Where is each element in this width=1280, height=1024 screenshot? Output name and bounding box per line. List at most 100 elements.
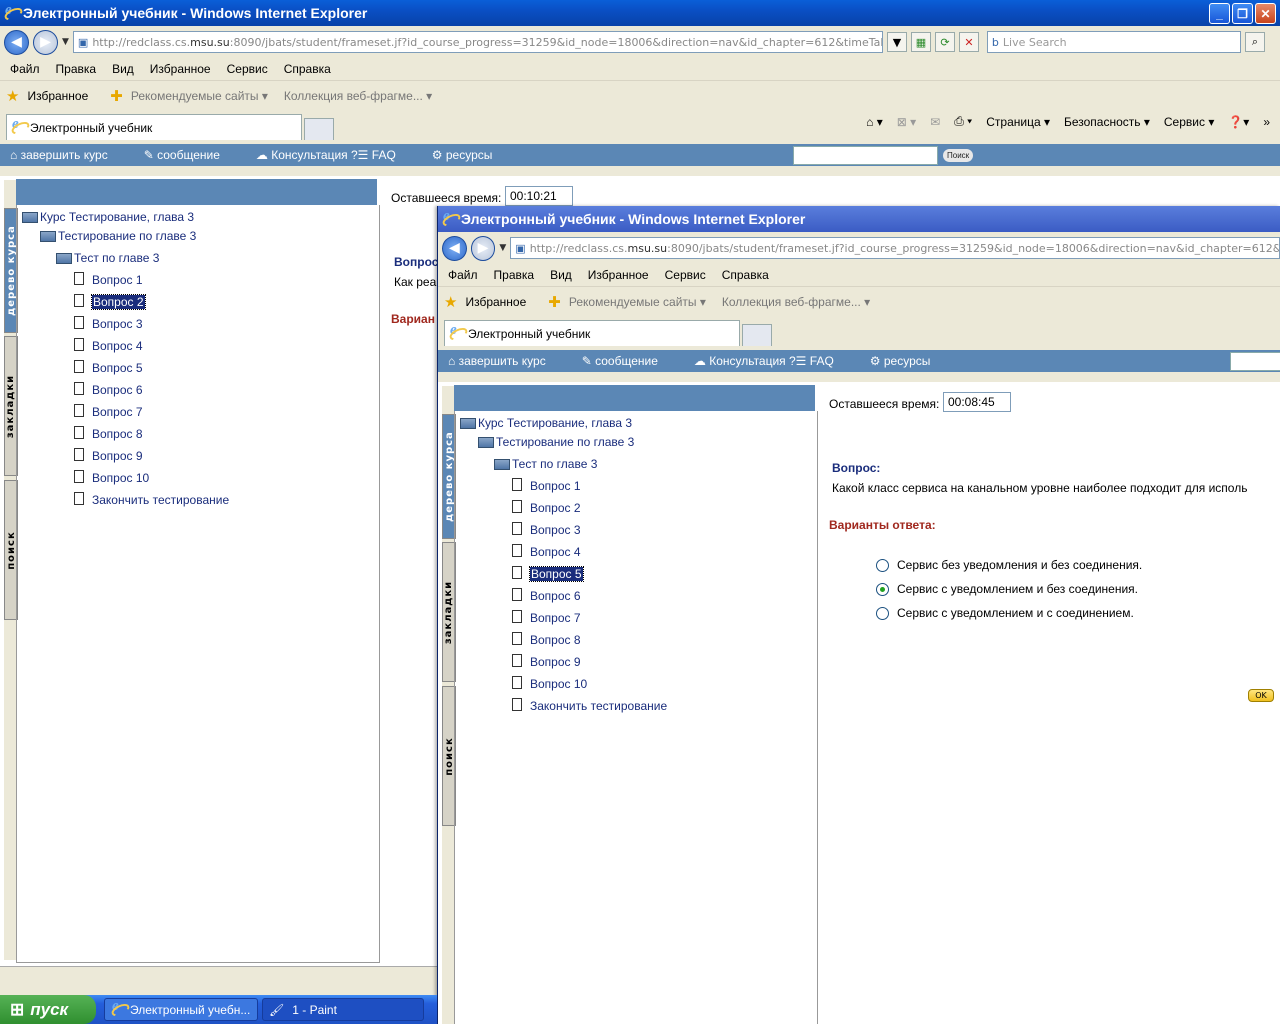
menu-favorites[interactable]: Избранное: [588, 268, 649, 282]
tree-q4[interactable]: Вопрос 4: [74, 337, 143, 353]
menu-file[interactable]: Файл: [448, 268, 478, 282]
new-tab-button[interactable]: [304, 118, 334, 140]
tree-q7[interactable]: Вопрос 7: [74, 403, 143, 419]
page-menu[interactable]: Страница ▾: [986, 115, 1050, 129]
finish-course-link[interactable]: ⌂ завершить курс: [448, 354, 546, 368]
tree-course[interactable]: Курс Тестирование, глава 3: [22, 210, 194, 224]
site-search-input[interactable]: [793, 146, 938, 165]
finish-course-link[interactable]: ⌂ завершить курс: [10, 148, 108, 162]
tree-testing[interactable]: Тестирование по главе 3: [40, 229, 196, 243]
site-search-input[interactable]: [1230, 352, 1280, 371]
favorites-star-icon[interactable]: ★: [444, 293, 457, 311]
menu-view[interactable]: Вид: [112, 62, 134, 76]
site-search-button[interactable]: Поиск: [943, 149, 974, 162]
feeds-icon[interactable]: ⊠ ▾: [897, 115, 916, 129]
tree-q1[interactable]: Вопрос 1: [512, 477, 581, 493]
address-dropdown-icon[interactable]: ▼: [886, 32, 907, 52]
tree-finish[interactable]: Закончить тестирование: [512, 697, 667, 713]
answer-option-3[interactable]: Сервис с уведомлением и с соединением.: [876, 606, 1134, 621]
tree-q4[interactable]: Вопрос 4: [512, 543, 581, 559]
home-icon[interactable]: ⌂ ▾: [866, 115, 883, 129]
favorites-button[interactable]: Избранное: [465, 295, 526, 309]
menu-edit[interactable]: Правка: [56, 62, 97, 76]
menu-file[interactable]: Файл: [10, 62, 40, 76]
address-bar[interactable]: ▣ http://redclass.cs. msu.su:8090/jbats/s…: [72, 31, 883, 53]
refresh-icon[interactable]: ⟳: [934, 32, 955, 52]
radio-button[interactable]: [876, 559, 889, 573]
new-tab-button[interactable]: [742, 324, 772, 346]
history-dropdown-icon[interactable]: ▼: [62, 37, 69, 47]
title-bar[interactable]: Электронный учебник - Windows Internet E…: [0, 0, 1280, 26]
favorites-button[interactable]: Избранное: [27, 89, 88, 103]
help-icon[interactable]: ❓▾: [1228, 115, 1249, 129]
tree-finish[interactable]: Закончить тестирование: [74, 491, 229, 507]
webslice-gallery[interactable]: Коллекция веб-фрагме... ▾: [722, 295, 870, 309]
resources-link[interactable]: ⚙ ресурсы: [870, 354, 931, 368]
tree-course[interactable]: Курс Тестирование, глава 3: [460, 416, 632, 430]
menu-edit[interactable]: Правка: [494, 268, 535, 282]
start-button[interactable]: ⊞ пуск: [0, 995, 96, 1024]
stop-icon[interactable]: ✕: [958, 32, 979, 52]
tree-testing[interactable]: Тестирование по главе 3: [478, 435, 634, 449]
menu-view[interactable]: Вид: [550, 268, 572, 282]
taskbar-item-paint[interactable]: 🖌 1 - Paint: [262, 998, 424, 1021]
ok-button[interactable]: OK: [1248, 689, 1274, 702]
tree-q2[interactable]: Вопрос 2: [512, 499, 581, 515]
tree-q3[interactable]: Вопрос 3: [512, 521, 581, 537]
tree-q2[interactable]: Вопрос 2: [74, 293, 146, 310]
recommended-sites[interactable]: Рекомендуемые сайты ▾: [569, 295, 706, 309]
tree-q6[interactable]: Вопрос 6: [74, 381, 143, 397]
maximize-button[interactable]: ❐: [1232, 3, 1253, 24]
print-icon[interactable]: ⎙ ▾: [954, 114, 972, 129]
consult-link[interactable]: ☁ Консультация ?☰ FAQ: [694, 354, 834, 368]
address-bar-front[interactable]: ▣ http://redclass.cs. msu.su:8090/jbats/s…: [510, 237, 1280, 259]
tree-q1[interactable]: Вопрос 1: [74, 271, 143, 287]
compat-icon[interactable]: ▦: [910, 32, 931, 52]
forward-button[interactable]: ▶: [33, 29, 58, 55]
menu-help[interactable]: Справка: [284, 62, 331, 76]
tools-menu[interactable]: Сервис ▾: [1164, 115, 1214, 129]
favorites-star-icon[interactable]: ★: [6, 87, 19, 105]
webslice-gallery[interactable]: Коллекция веб-фрагме... ▾: [284, 89, 432, 103]
menu-tools[interactable]: Сервис: [227, 62, 268, 76]
add-favorite-icon[interactable]: ✚: [110, 87, 123, 105]
answer-option-1[interactable]: Сервис без уведомления и без соединения.: [876, 558, 1142, 573]
search-go-icon[interactable]: ⌕: [1244, 32, 1265, 52]
tree-q10[interactable]: Вопрос 10: [512, 675, 587, 691]
live-search-input[interactable]: b Live Search: [986, 31, 1241, 53]
menu-help[interactable]: Справка: [722, 268, 769, 282]
chevron-icon[interactable]: »: [1263, 115, 1270, 129]
radio-button-selected[interactable]: [876, 583, 889, 597]
title-bar-front[interactable]: Электронный учебник - Windows Internet E…: [438, 206, 1280, 232]
radio-button[interactable]: [876, 607, 889, 621]
add-favorite-icon[interactable]: ✚: [548, 293, 561, 311]
tree-q6[interactable]: Вопрос 6: [512, 587, 581, 603]
tree-q5[interactable]: Вопрос 5: [74, 359, 143, 375]
tab-textbook-front[interactable]: Электронный учебник: [444, 320, 740, 346]
tree-q10[interactable]: Вопрос 10: [74, 469, 149, 485]
close-button[interactable]: ✕: [1255, 3, 1276, 24]
forward-button-front[interactable]: ▶: [470, 235, 496, 261]
tab-textbook[interactable]: Электронный учебник: [6, 114, 302, 140]
menu-tools[interactable]: Сервис: [665, 268, 706, 282]
tree-q9[interactable]: Вопрос 9: [512, 653, 581, 669]
recommended-sites[interactable]: Рекомендуемые сайты ▾: [131, 89, 268, 103]
security-menu[interactable]: Безопасность ▾: [1064, 115, 1150, 129]
tree-q3[interactable]: Вопрос 3: [74, 315, 143, 331]
tree-test[interactable]: Тест по главе 3: [494, 457, 597, 471]
mail-icon[interactable]: ✉: [930, 115, 940, 129]
tree-q5[interactable]: Вопрос 5: [512, 565, 584, 582]
taskbar-item-ie[interactable]: Электронный учебн...: [104, 998, 258, 1021]
message-link[interactable]: ✎ сообщение: [144, 148, 220, 162]
tree-q7[interactable]: Вопрос 7: [512, 609, 581, 625]
tree-q8[interactable]: Вопрос 8: [512, 631, 581, 647]
back-button-front[interactable]: ◀: [442, 235, 467, 261]
minimize-button[interactable]: _: [1209, 3, 1230, 24]
tree-test[interactable]: Тест по главе 3: [56, 251, 159, 265]
menu-favorites[interactable]: Избранное: [150, 62, 211, 76]
consult-link[interactable]: ☁ Консультация ?☰ FAQ: [256, 148, 396, 162]
history-dropdown-icon[interactable]: ▼: [499, 243, 506, 253]
tree-q8[interactable]: Вопрос 8: [74, 425, 143, 441]
tree-q9[interactable]: Вопрос 9: [74, 447, 143, 463]
back-button[interactable]: ◀: [4, 29, 29, 55]
